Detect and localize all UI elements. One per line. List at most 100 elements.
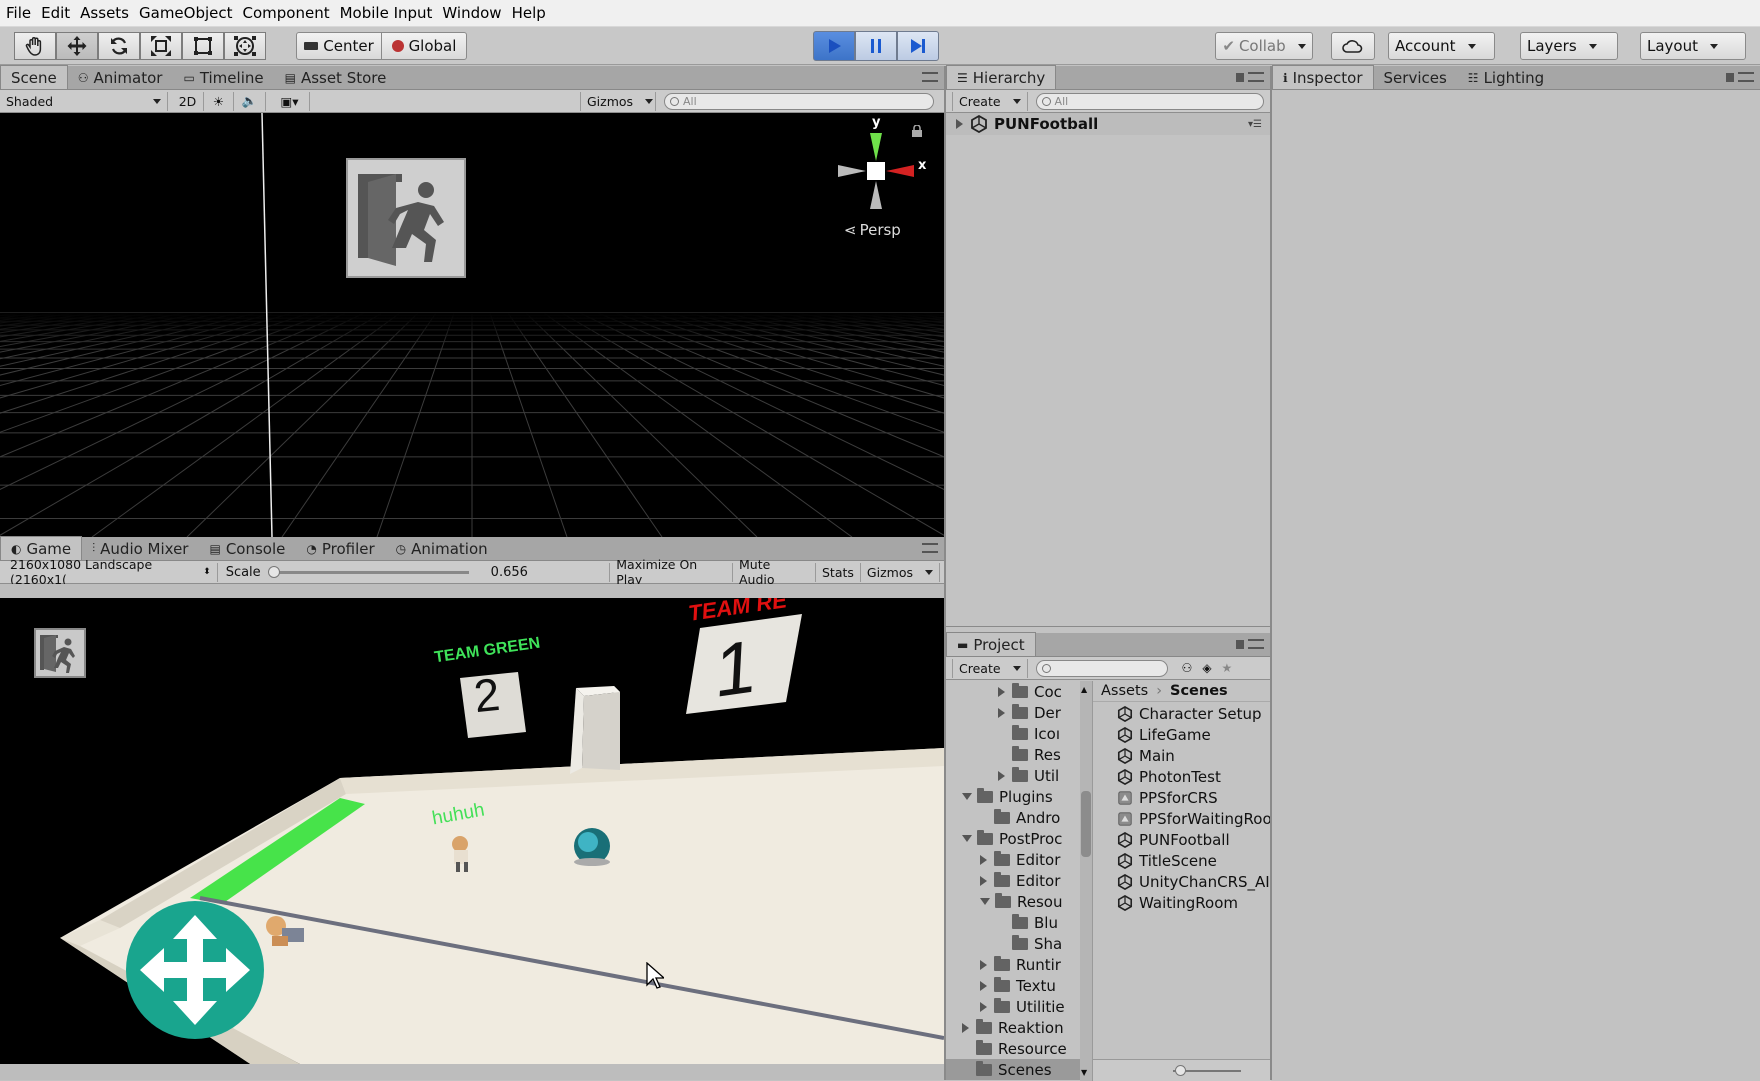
lock-icon[interactable] [1236, 73, 1244, 82]
exit-game-button[interactable] [34, 628, 86, 678]
tree-scrollbar[interactable]: ▲ ▼ [1080, 681, 1092, 1081]
collapse-arrow-icon[interactable] [980, 898, 990, 905]
project-folder-item[interactable]: Resource [946, 1038, 1067, 1059]
scene-gizmos-dropdown[interactable]: Gizmos [580, 91, 656, 111]
filter-type-icon[interactable]: ⚇ [1182, 661, 1193, 675]
expand-arrow-icon[interactable] [962, 1022, 969, 1033]
panel-menu-icon[interactable] [922, 72, 938, 82]
lighting-toggle-icon[interactable]: ☀ [204, 91, 234, 111]
project-folder-item[interactable]: Resou [946, 891, 1062, 912]
tab-hierarchy[interactable]: ☰ Hierarchy [946, 65, 1057, 89]
project-folder-item[interactable]: Res [946, 744, 1061, 765]
tab-asset-store[interactable]: ▤ Asset Store [275, 66, 398, 89]
asset-item[interactable]: PPSforWaitingRoo [1093, 808, 1271, 829]
audio-toggle-icon[interactable]: 🔈 [234, 91, 266, 111]
expand-arrow-icon[interactable] [998, 707, 1005, 718]
collab-button[interactable]: ✔ Collab [1215, 32, 1313, 60]
project-folder-item[interactable]: Runtir [946, 954, 1061, 975]
persp-label[interactable]: ⋖ Persp [844, 221, 901, 239]
breadcrumb-root[interactable]: Assets [1101, 683, 1148, 699]
shading-dropdown[interactable]: Shaded [0, 91, 168, 111]
asset-item[interactable]: Main [1093, 745, 1175, 766]
asset-item[interactable]: PUNFootball [1093, 829, 1230, 850]
space-global-button[interactable]: Global [381, 32, 467, 60]
2d-toggle[interactable]: 2D [172, 91, 204, 111]
transform-tool-icon[interactable] [224, 32, 266, 60]
panel-menu-icon[interactable] [1248, 639, 1264, 649]
favorite-star-icon[interactable]: ★ [1222, 661, 1233, 675]
scroll-down-icon[interactable]: ▼ [1081, 1068, 1087, 1077]
expand-arrow-icon[interactable] [980, 980, 987, 991]
dpad-move-button[interactable] [126, 901, 264, 1039]
asset-item[interactable]: WaitingRoom [1093, 892, 1238, 913]
asset-item[interactable]: PPSforCRS [1093, 787, 1218, 808]
panel-menu-icon[interactable] [922, 543, 938, 553]
project-folder-item[interactable]: Der [946, 702, 1061, 723]
rect-tool-icon[interactable] [182, 32, 224, 60]
project-folder-item[interactable]: Plugins [946, 786, 1053, 807]
tab-scene[interactable]: Scene [0, 65, 68, 89]
cloud-button[interactable] [1331, 32, 1375, 60]
menu-window[interactable]: Window [442, 4, 501, 22]
scene-search-input[interactable]: All [664, 92, 934, 110]
hand-tool-icon[interactable] [14, 32, 56, 60]
breadcrumb-current[interactable]: Scenes [1170, 683, 1228, 699]
scene-orientation-gizmo[interactable]: y x ⋖ Persp [834, 115, 934, 241]
project-create-dropdown[interactable]: Create [952, 658, 1028, 678]
pivot-center-button[interactable]: Center [296, 32, 382, 60]
rotate-tool-icon[interactable] [98, 32, 140, 60]
scale-track[interactable] [267, 565, 469, 578]
collapse-arrow-icon[interactable] [962, 793, 972, 800]
play-button[interactable] [813, 31, 855, 61]
tab-lighting[interactable]: ☷ Lighting [1458, 66, 1555, 89]
project-folder-item[interactable]: Coc [946, 681, 1062, 702]
expand-arrow-icon[interactable] [998, 770, 1005, 781]
account-dropdown[interactable]: Account [1388, 32, 1495, 60]
project-search-input[interactable] [1035, 659, 1168, 677]
tab-profiler[interactable]: ◔ Profiler [296, 537, 385, 560]
project-folder-item[interactable]: Editor [946, 849, 1060, 870]
expand-arrow-icon[interactable] [956, 119, 963, 129]
project-folder-item[interactable]: Scenes [946, 1059, 1080, 1080]
move-tool-icon[interactable] [56, 32, 98, 60]
layout-dropdown[interactable]: Layout [1640, 32, 1746, 60]
lock-icon[interactable] [912, 125, 922, 137]
asset-item[interactable]: Character Setup [1093, 703, 1261, 724]
menu-help[interactable]: Help [512, 4, 546, 22]
project-folder-item[interactable]: Andro [946, 807, 1060, 828]
tab-animator[interactable]: ⚇ Animator [68, 66, 174, 89]
project-folder-item[interactable]: Blu [946, 912, 1058, 933]
pause-button[interactable] [855, 31, 897, 61]
menu-assets[interactable]: Assets [80, 4, 129, 22]
maximize-on-play-toggle[interactable]: Maximize On Play [609, 557, 733, 587]
project-folder-item[interactable]: Sha [946, 933, 1062, 954]
scale-thumb[interactable] [267, 565, 280, 578]
tab-console[interactable]: ▤ Console [199, 537, 296, 560]
tab-inspector[interactable]: ℹ Inspector [1272, 65, 1374, 89]
tab-services[interactable]: Services [1374, 66, 1458, 89]
scale-slider[interactable]: Scale 0.656 [218, 565, 610, 580]
effects-toggle-icon[interactable]: ▣▾ [270, 91, 310, 111]
lock-icon[interactable] [1236, 640, 1244, 649]
menu-mobile-input[interactable]: Mobile Input [340, 4, 433, 22]
tab-timeline[interactable]: ▭ Timeline [173, 66, 274, 89]
expand-arrow-icon[interactable] [998, 686, 1005, 697]
scene-menu-icon[interactable]: ▾☰ [1248, 119, 1262, 130]
stats-toggle[interactable]: Stats [816, 562, 861, 582]
resolution-dropdown[interactable]: 2160x1080 Landscape (2160x1(⬍ [0, 557, 218, 587]
project-folder-item[interactable]: Utilitie [946, 996, 1065, 1017]
menu-edit[interactable]: Edit [41, 4, 70, 22]
tab-project[interactable]: ▬ Project [946, 632, 1036, 656]
game-view[interactable]: TEAM GREEN TEAM RE 2 1 huhuh [0, 598, 944, 1064]
hierarchy-search-input[interactable]: All [1035, 92, 1264, 110]
scroll-up-icon[interactable]: ▲ [1081, 685, 1087, 694]
lock-icon[interactable] [1726, 73, 1734, 82]
expand-arrow-icon[interactable] [980, 854, 987, 865]
game-gizmos-dropdown[interactable]: Gizmos [861, 562, 940, 582]
filter-label-icon[interactable]: ◈ [1202, 661, 1211, 675]
step-button[interactable] [897, 31, 939, 61]
scene-view[interactable]: y x ⋖ Persp [0, 113, 944, 537]
project-folder-item[interactable]: Editor [946, 870, 1060, 891]
asset-item[interactable]: PhotonTest [1093, 766, 1221, 787]
asset-item[interactable]: TitleScene [1093, 850, 1217, 871]
